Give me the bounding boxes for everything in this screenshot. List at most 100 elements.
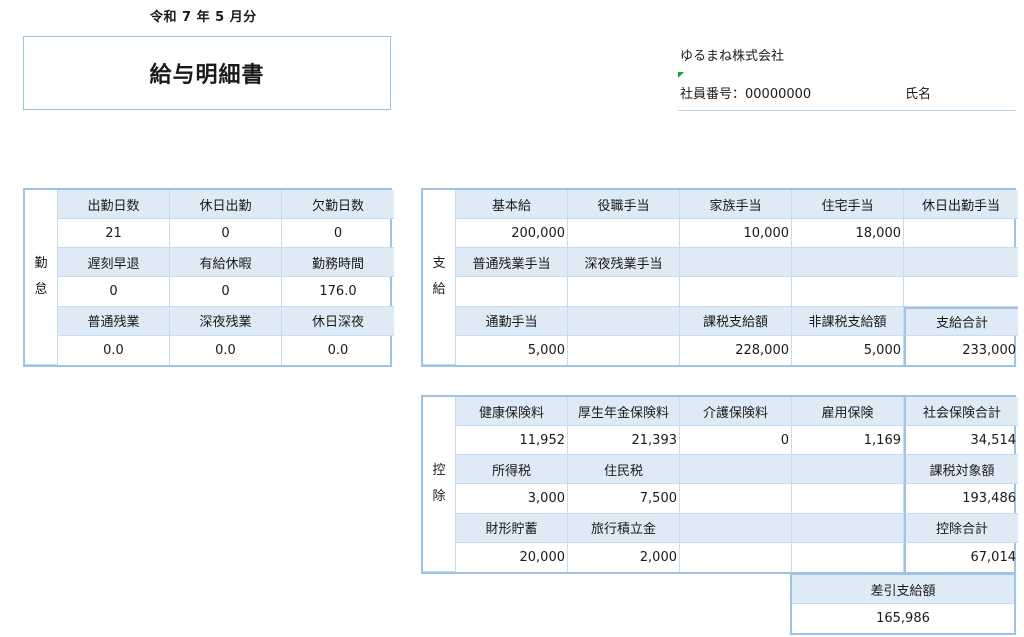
deductions-value-cell: 11,952: [456, 426, 568, 456]
net-pay-box: 差引支給額 165,986: [790, 573, 1016, 635]
deductions-header-cell: 雇用保険: [792, 397, 904, 427]
pay-side-char: 支: [432, 255, 446, 271]
pay-value-cell: [904, 219, 1018, 249]
deductions-value-cell: 34,514: [904, 426, 1018, 456]
attendance-value-cell: 0: [282, 219, 394, 249]
pay-value-cell: [680, 277, 792, 307]
attendance-header-cell: 遅刻早退: [58, 248, 170, 278]
deductions-side-char: 除: [432, 488, 446, 504]
deductions-value-cell: [792, 542, 904, 572]
pay-value-cell: 228,000: [680, 335, 792, 365]
pay-header-cell: [680, 248, 792, 278]
pay-header-cell: [568, 306, 680, 336]
deductions-header-cell: [680, 513, 792, 543]
pay-header-cell: 深夜残業手当: [568, 248, 680, 278]
deductions-header-cell: 旅行積立金: [568, 513, 680, 543]
pay-value-cell: 233,000: [904, 335, 1018, 365]
pay-header-cell: 課税支給額: [680, 306, 792, 336]
deductions-value-cell: [680, 542, 792, 572]
pay-table: 支給基本給 200,000 役職手当 家族手当 10,000 住宅手当 18,000 休日出勤…: [421, 188, 1018, 367]
pay-header-cell: 休日出勤手当: [904, 190, 1018, 220]
deductions-header-cell: 控除合計: [904, 513, 1018, 543]
pay-header-cell: [904, 248, 1018, 278]
deductions-header-cell: 住民税: [568, 455, 680, 485]
deductions-value-cell: 2,000: [568, 542, 680, 572]
deductions-value-cell: 1,169: [792, 426, 904, 456]
document-title: 給与明細書: [149, 63, 265, 88]
attendance-header-cell: 欠勤日数: [282, 190, 394, 220]
deductions-value-cell: 0: [680, 426, 792, 456]
employee-number: 社員番号：00000000: [680, 87, 812, 102]
attendance-header-cell: 普通残業: [58, 306, 170, 336]
attendance-value-cell: 0.0: [327, 342, 349, 358]
pay-header-cell: 家族手当: [680, 190, 792, 220]
attendance-value-cell: 0: [58, 277, 170, 307]
attendance-value-cell: 176.0: [282, 277, 394, 307]
pay-value-cell: [456, 277, 568, 307]
pay-value-cell: 10,000: [680, 219, 792, 249]
attendance-table: 勤怠出勤日数 21 休日出勤 0 欠勤日数 0 遅刻早退 0 有給休暇 0 勤務時間 176.0 普通残…: [23, 188, 394, 367]
pay-side-label: 支給: [423, 190, 456, 365]
deductions-header-cell: [792, 513, 904, 543]
deductions-value-cell: 21,393: [568, 426, 680, 456]
deductions-value-cell: 7,500: [568, 484, 680, 514]
attendance-value-cell: 0.0: [170, 335, 282, 365]
deductions-value-cell: [680, 484, 792, 514]
pay-value-cell: 5,000: [792, 335, 904, 365]
attendance-header-cell: 深夜残業: [170, 306, 282, 336]
pay-header-cell: 通勤手当: [456, 306, 568, 336]
deductions-side-label: 控除: [423, 397, 456, 572]
deductions-value-cell: 67,014: [904, 542, 1018, 572]
deduction-table: 控除健康保険料 11,952 厚生年金保険料 21,393 介護保険料 0 雇用保険 1,16…: [421, 395, 1018, 574]
pay-value-cell: [568, 219, 680, 249]
pay-value-cell: 18,000: [792, 219, 904, 249]
net-pay-label: 差引支給額: [792, 575, 1014, 604]
attendance-header-cell: 休日出勤: [170, 190, 282, 220]
title-box: 給与明細書: [23, 36, 391, 110]
pay-header-cell: 役職手当: [568, 190, 680, 220]
name-label: 氏名: [905, 87, 932, 102]
net-pay-value: 165,986: [876, 611, 930, 626]
pay-header-cell: 非課税支給額: [792, 306, 904, 336]
attendance-value-cell: 0: [170, 219, 282, 249]
deductions-header-cell: 健康保険料: [456, 397, 568, 427]
pay-header-cell: 普通残業手当: [456, 248, 568, 278]
pay-header-cell: 支給合計: [904, 306, 1018, 336]
company-name: ゆるまね株式会社: [680, 49, 785, 64]
pay-header-cell: 基本給: [456, 190, 568, 220]
attendance-side-char: 怠: [34, 281, 48, 297]
pay-side-char: 給: [432, 281, 446, 297]
cell-comment-marker: [678, 72, 684, 78]
attendance-value-cell: 0: [170, 277, 282, 307]
deductions-value-cell: 20,000: [456, 542, 568, 572]
deductions-header-cell: [680, 455, 792, 485]
pay-value-cell: 5,000: [456, 335, 568, 365]
deductions-header-cell: 介護保険料: [680, 397, 792, 427]
pay-value-cell: [568, 277, 680, 307]
deductions-header-cell: 財形貯蓄: [456, 513, 568, 543]
attendance-side-char: 勤: [34, 255, 48, 271]
attendance-value-cell: 21: [58, 219, 170, 249]
attendance-header-cell: 有給休暇: [170, 248, 282, 278]
deductions-header-cell: 社会保険合計: [904, 397, 1018, 427]
deductions-value-cell: 193,486: [904, 484, 1018, 514]
pay-header-cell: [792, 248, 904, 278]
deductions-value-cell: 3,000: [456, 484, 568, 514]
deductions-header-cell: 所得税: [456, 455, 568, 485]
deductions-header-cell: [792, 455, 904, 485]
pay-value-cell: 200,000: [456, 219, 568, 249]
attendance-header-cell: 勤務時間: [282, 248, 394, 278]
pay-value-cell: [792, 277, 904, 307]
deductions-value-cell: [792, 484, 904, 514]
attendance-header-cell: 休日深夜: [282, 306, 394, 336]
attendance-side-label: 勤怠: [25, 190, 58, 365]
pay-value-cell: [568, 335, 680, 365]
deductions-side-char: 控: [432, 462, 446, 478]
attendance-value-cell: 0.0: [58, 335, 170, 365]
deductions-header-cell: 厚生年金保険料: [568, 397, 680, 427]
pay-value-cell: [904, 277, 1018, 307]
payment-period: 令和 7 年 5 月分: [150, 10, 257, 25]
deductions-header-cell: 課税対象額: [904, 455, 1018, 485]
employee-underline: [678, 110, 1016, 111]
pay-header-cell: 住宅手当: [792, 190, 904, 220]
